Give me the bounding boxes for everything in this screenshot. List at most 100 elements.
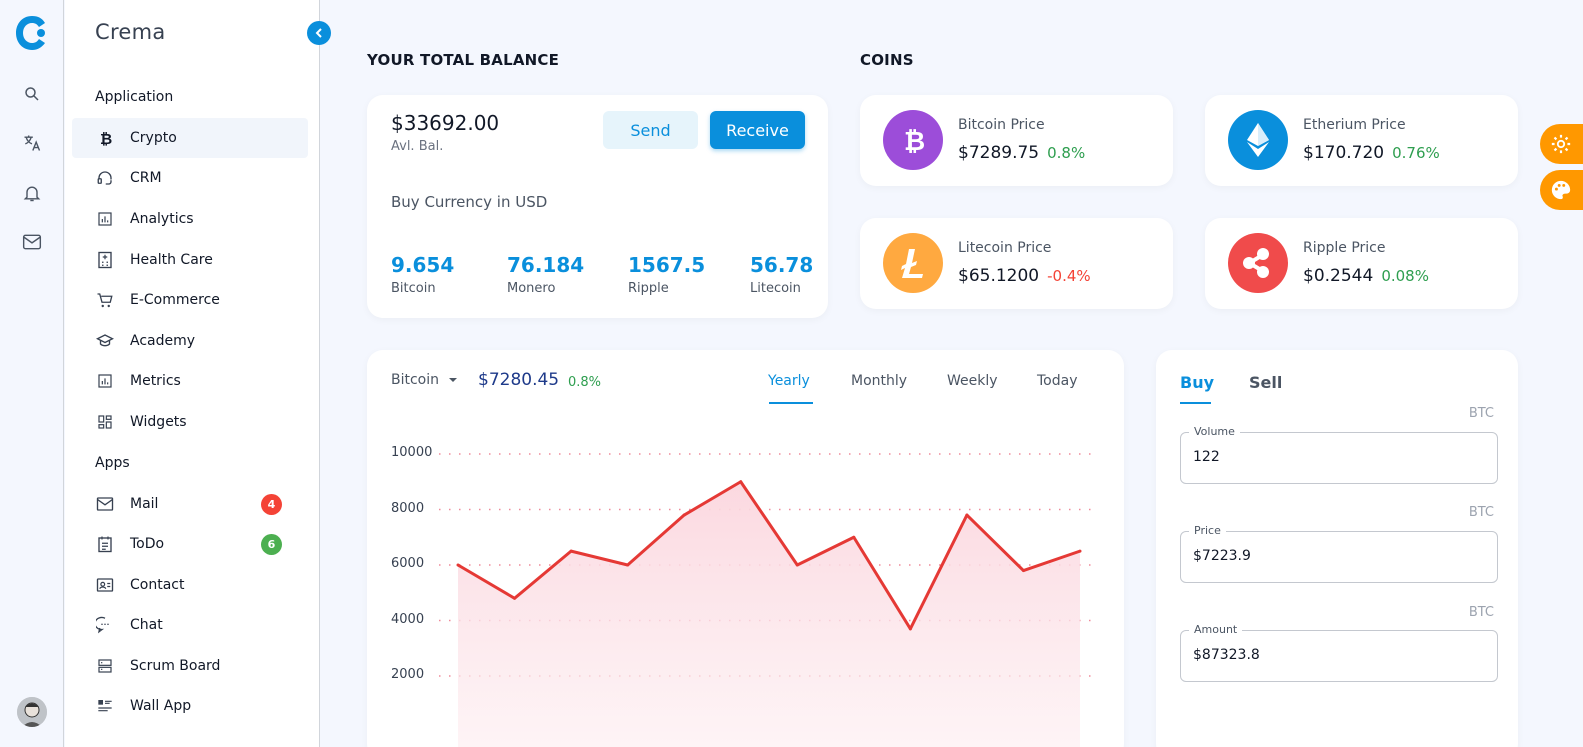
sidebar-item-e-commerce[interactable]: E-Commerce (72, 280, 308, 320)
data-point[interactable] (456, 563, 460, 567)
svg-text:₿: ₿ (100, 130, 112, 146)
data-point[interactable] (626, 563, 630, 567)
data-point[interactable] (965, 513, 969, 517)
currency-monero: 76.184 Monero (507, 253, 584, 296)
icon-rail (0, 0, 64, 747)
amount-input[interactable] (1193, 647, 1483, 663)
coins-heading: COINS (860, 51, 914, 69)
coin-card-bitcoin[interactable]: ₿ Bitcoin Price $7289.75 0.8% (860, 95, 1173, 186)
sidebar-item-contact[interactable]: Contact (72, 565, 308, 605)
currency-ripple: 1567.5 Ripple (628, 253, 705, 296)
amount-unit: BTC (1468, 605, 1494, 620)
settings-float-button[interactable] (1540, 124, 1583, 164)
avatar[interactable] (17, 697, 47, 727)
price-field[interactable]: Price (1180, 524, 1498, 583)
balance-subtitle: Avl. Bal. (391, 139, 444, 154)
price-chart-card: Bitcoin $7280.45 0.8% Yearly Monthly Wee… (367, 350, 1124, 747)
trade-card: Buy Sell BTC Volume BTC Price BTC Amount (1156, 350, 1518, 747)
data-point[interactable] (1078, 549, 1082, 553)
graduation-cap-icon (96, 332, 114, 350)
amount-label: Amount (1189, 623, 1243, 636)
data-point[interactable] (852, 535, 856, 539)
coin-card-ripple[interactable]: Ripple Price $0.2544 0.08% (1205, 218, 1518, 309)
theme-float-button[interactable] (1540, 170, 1583, 210)
coin-price-value: $65.1200 (958, 266, 1040, 286)
price-label: Price (1189, 524, 1226, 537)
currency-litecoin: 56.78 Litecoin (750, 253, 813, 296)
price-chart (439, 453, 1097, 747)
sidebar-item-label: Academy (130, 333, 196, 349)
receive-button[interactable]: Receive (710, 111, 805, 149)
feed-icon (96, 697, 114, 715)
coin-change: 0.08% (1381, 267, 1429, 285)
currency-value: 76.184 (507, 253, 585, 277)
coin-price: $65.1200 -0.4% (958, 266, 1091, 286)
contact-card-icon (96, 576, 114, 594)
sidebar-item-label: Widgets (130, 414, 187, 430)
balance-card: $33692.00 Avl. Bal. Send Receive Buy Cur… (367, 95, 828, 318)
sidebar-item-label: Analytics (130, 211, 194, 227)
data-point[interactable] (795, 563, 799, 567)
coin-price-value: $170.720 (1303, 143, 1385, 163)
sidebar-item-label: ToDo (130, 536, 165, 552)
gear-icon (1551, 134, 1571, 154)
data-point[interactable] (682, 513, 686, 517)
sidebar-item-metrics[interactable]: Metrics (72, 361, 308, 401)
currency-value: 1567.5 (628, 253, 706, 277)
sidebar-item-label: Chat (130, 617, 163, 633)
volume-input[interactable] (1193, 449, 1483, 465)
tab-sell[interactable]: Sell (1249, 373, 1282, 392)
sidebar-item-mail[interactable]: Mail 4 (72, 484, 308, 524)
volume-field[interactable]: Volume (1180, 425, 1498, 484)
brand-name: Crema (95, 20, 166, 44)
data-point[interactable] (739, 480, 743, 484)
sidebar-item-crm[interactable]: CRM (72, 158, 308, 198)
translate-icon[interactable] (20, 131, 44, 155)
data-point[interactable] (569, 549, 573, 553)
collapse-sidebar-button[interactable] (307, 21, 331, 45)
currency-name: Monero (507, 281, 556, 296)
buy-currency-title: Buy Currency in USD (391, 193, 548, 211)
sidebar-item-health-care[interactable]: Health Care (72, 240, 308, 280)
sidebar-item-wall-app[interactable]: Wall App (72, 686, 308, 726)
data-point[interactable] (908, 627, 912, 631)
cart-icon (96, 291, 114, 309)
sidebar-item-crypto[interactable]: ₿ Crypto (72, 118, 308, 158)
send-button[interactable]: Send (603, 111, 698, 149)
todo-count-badge: 6 (261, 533, 282, 555)
coin-card-litecoin[interactable]: Litecoin Price $65.1200 -0.4% (860, 218, 1173, 309)
sidebar-item-scrum-board[interactable]: Scrum Board (72, 646, 308, 686)
bitcoin-icon: ₿ (883, 110, 943, 170)
sidebar-item-label: E-Commerce (130, 292, 220, 308)
coin-change: -0.4% (1047, 267, 1091, 285)
bar-chart-icon (96, 210, 114, 228)
litecoin-icon (883, 233, 943, 293)
sidebar-item-label: Scrum Board (130, 658, 221, 674)
mail-icon[interactable] (20, 230, 44, 254)
active-tab-indicator (1180, 402, 1211, 404)
sidebar-item-label: Health Care (130, 252, 213, 268)
tab-buy[interactable]: Buy (1180, 373, 1214, 392)
sidebar-item-widgets[interactable]: Widgets (72, 402, 308, 442)
hospital-icon (96, 251, 114, 269)
ethereum-icon (1228, 110, 1288, 170)
mail-icon (96, 495, 114, 513)
chevron-left-icon (315, 28, 322, 38)
palette-icon (1551, 180, 1571, 200)
search-icon[interactable] (20, 82, 44, 106)
bell-icon[interactable] (20, 181, 44, 205)
sidebar-item-label: Mail (130, 496, 159, 512)
crema-logo-icon[interactable] (14, 14, 50, 52)
data-point[interactable] (1021, 569, 1025, 573)
sidebar-item-academy[interactable]: Academy (72, 321, 308, 361)
sidebar-item-todo[interactable]: ToDo 6 (72, 524, 308, 564)
bitcoin-icon: ₿ (96, 129, 114, 147)
currency-value: 56.78 (750, 253, 814, 277)
coin-name: Ripple Price (1303, 240, 1386, 256)
coin-card-etherium[interactable]: Etherium Price $170.720 0.76% (1205, 95, 1518, 186)
sidebar-item-analytics[interactable]: Analytics (72, 199, 308, 239)
sidebar-item-chat[interactable]: Chat (72, 605, 308, 645)
data-point[interactable] (513, 596, 517, 600)
price-input[interactable] (1193, 548, 1483, 564)
amount-field[interactable]: Amount (1180, 623, 1498, 682)
